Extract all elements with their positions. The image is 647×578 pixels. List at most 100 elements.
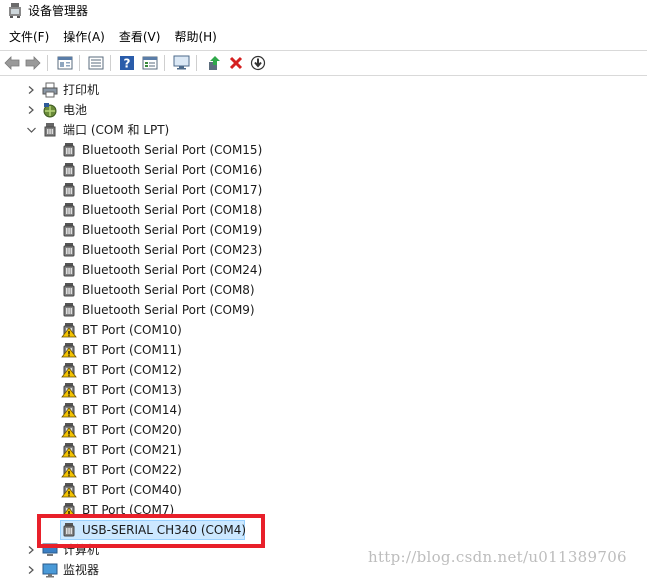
port-label: BT Port (COM13) — [82, 383, 182, 397]
port-label: BT Port (COM10) — [82, 323, 182, 337]
monitor-scan-icon — [173, 55, 190, 70]
serial-port-icon — [63, 263, 75, 277]
tree-category-label: 电池 — [63, 103, 88, 117]
battery-icon — [43, 103, 57, 118]
port-item[interactable]: Bluetooth Serial Port (COM15) — [0, 140, 647, 160]
port-label: Bluetooth Serial Port (COM23) — [82, 243, 263, 257]
port-warning-icon — [61, 463, 77, 478]
port-warning-icon — [61, 483, 77, 498]
port-label: BT Port (COM21) — [82, 443, 182, 457]
monitor-icon — [42, 563, 58, 578]
red-highlight-annotation — [37, 514, 265, 548]
forward-button[interactable] — [24, 54, 42, 72]
menu-file[interactable]: 文件(F) — [0, 28, 56, 46]
port-item[interactable]: Bluetooth Serial Port (COM17) — [0, 180, 647, 200]
list-view-icon — [88, 56, 104, 70]
enable-device-button[interactable] — [249, 54, 267, 72]
tree-category-label: 监视器 — [63, 563, 100, 577]
port-label: Bluetooth Serial Port (COM16) — [82, 163, 263, 177]
port-label: Bluetooth Serial Port (COM15) — [82, 143, 263, 157]
port-warning-icon — [61, 443, 77, 458]
port-item[interactable]: BT Port (COM21) — [0, 440, 647, 460]
list-view-button[interactable] — [87, 54, 105, 72]
tree-category-label: 打印机 — [63, 83, 100, 97]
serial-port-icon — [63, 283, 75, 297]
toolbar-separator — [47, 55, 48, 71]
scan-hardware-button[interactable] — [173, 54, 191, 72]
port-icon — [44, 123, 56, 137]
port-warning-icon — [61, 403, 77, 418]
serial-port-icon — [63, 163, 75, 177]
serial-port-icon — [63, 203, 75, 217]
details-view-button[interactable] — [141, 54, 159, 72]
tree-category-ports[interactable]: 端口 (COM 和 LPT) — [0, 120, 647, 140]
port-warning-icon — [61, 343, 77, 358]
serial-port-icon — [63, 183, 75, 197]
port-warning-icon — [61, 323, 77, 338]
port-item[interactable]: BT Port (COM11) — [0, 340, 647, 360]
serial-port-icon — [63, 143, 75, 157]
port-item[interactable]: Bluetooth Serial Port (COM23) — [0, 240, 647, 260]
port-warning-icon — [61, 423, 77, 438]
menu-view[interactable]: 查看(V) — [112, 28, 168, 46]
serial-port-icon — [63, 223, 75, 237]
tree-category-label: 端口 (COM 和 LPT) — [63, 123, 170, 137]
tree-category-printers[interactable]: 打印机 — [0, 80, 647, 100]
port-warning-icon — [61, 363, 77, 378]
port-warning-icon — [61, 383, 77, 398]
menu-action[interactable]: 操作(A) — [56, 28, 112, 46]
port-item[interactable]: BT Port (COM14) — [0, 400, 647, 420]
device-tree: 打印机 电池 端口 (COM 和 LPT) Bluetooth Serial P… — [0, 80, 647, 578]
serial-port-icon — [63, 243, 75, 257]
uninstall-button[interactable] — [227, 54, 245, 72]
menu-bar: 文件(F) 操作(A) 查看(V) 帮助(H) — [0, 26, 647, 48]
toolbar-separator — [110, 55, 111, 71]
port-item[interactable]: Bluetooth Serial Port (COM18) — [0, 200, 647, 220]
port-label: Bluetooth Serial Port (COM19) — [82, 223, 263, 237]
port-label: Bluetooth Serial Port (COM24) — [82, 263, 263, 277]
port-item[interactable]: Bluetooth Serial Port (COM24) — [0, 260, 647, 280]
port-item[interactable]: BT Port (COM40) — [0, 480, 647, 500]
expand-chevron-icon[interactable] — [26, 565, 36, 575]
expand-chevron-icon[interactable] — [26, 545, 36, 555]
port-item[interactable]: BT Port (COM20) — [0, 420, 647, 440]
port-label: BT Port (COM12) — [82, 363, 182, 377]
uninstall-x-icon — [229, 56, 243, 70]
port-item[interactable]: Bluetooth Serial Port (COM8) — [0, 280, 647, 300]
port-label: Bluetooth Serial Port (COM18) — [82, 203, 263, 217]
port-label: BT Port (COM40) — [82, 483, 182, 497]
expand-chevron-icon[interactable] — [26, 105, 36, 115]
port-item[interactable]: BT Port (COM13) — [0, 380, 647, 400]
toolbar-separator — [196, 55, 197, 71]
back-button[interactable] — [3, 54, 21, 72]
tree-category-batteries[interactable]: 电池 — [0, 100, 647, 120]
device-manager-app-icon — [9, 3, 21, 18]
properties-window-icon — [57, 56, 73, 70]
toolbar-separator — [79, 55, 80, 71]
device-manager-window: 设备管理器 文件(F) 操作(A) 查看(V) 帮助(H) ? 打印机 电池 端… — [0, 0, 647, 578]
serial-port-icon — [63, 303, 75, 317]
back-arrow-icon — [4, 56, 20, 70]
window-title: 设备管理器 — [28, 4, 89, 18]
collapse-chevron-icon[interactable] — [26, 125, 36, 135]
port-item[interactable]: Bluetooth Serial Port (COM16) — [0, 160, 647, 180]
update-driver-icon — [209, 56, 220, 70]
details-view-icon — [142, 56, 158, 70]
help-button[interactable]: ? — [118, 54, 136, 72]
update-driver-button[interactable] — [205, 54, 223, 72]
toolbar: ? — [0, 50, 647, 76]
port-label: Bluetooth Serial Port (COM9) — [82, 303, 255, 317]
port-item[interactable]: BT Port (COM10) — [0, 320, 647, 340]
menu-help[interactable]: 帮助(H) — [167, 28, 223, 46]
help-icon: ? — [120, 56, 134, 71]
port-label: BT Port (COM22) — [82, 463, 182, 477]
port-item[interactable]: BT Port (COM22) — [0, 460, 647, 480]
expand-chevron-icon[interactable] — [26, 85, 36, 95]
properties-button[interactable] — [56, 54, 74, 72]
port-item[interactable]: Bluetooth Serial Port (COM9) — [0, 300, 647, 320]
port-item[interactable]: BT Port (COM12) — [0, 360, 647, 380]
svg-text:?: ? — [124, 57, 131, 71]
download-circle-icon — [250, 55, 266, 71]
title-bar: 设备管理器 — [0, 0, 647, 24]
port-item[interactable]: Bluetooth Serial Port (COM19) — [0, 220, 647, 240]
